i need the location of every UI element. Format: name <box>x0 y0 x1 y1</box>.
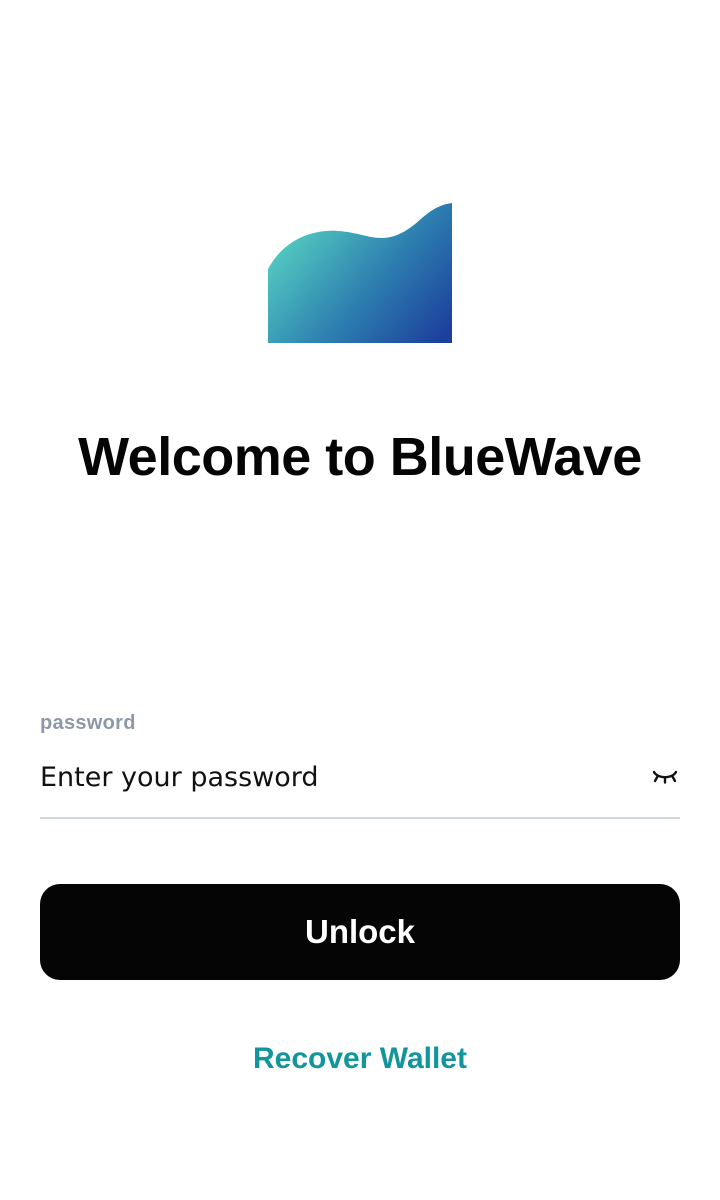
eye-closed-icon[interactable] <box>650 762 680 792</box>
welcome-title: Welcome to BlueWave <box>78 427 642 487</box>
password-underline <box>40 817 680 819</box>
bluewave-logo-icon <box>268 203 452 343</box>
password-label: password <box>40 712 136 734</box>
unlock-screen: Welcome to BlueWave password Unlock Reco… <box>0 0 720 1200</box>
unlock-button[interactable]: Unlock <box>40 884 680 980</box>
recover-wallet-link[interactable]: Recover Wallet <box>0 1038 720 1080</box>
password-field-group: password <box>40 710 680 820</box>
password-input[interactable] <box>40 754 630 800</box>
